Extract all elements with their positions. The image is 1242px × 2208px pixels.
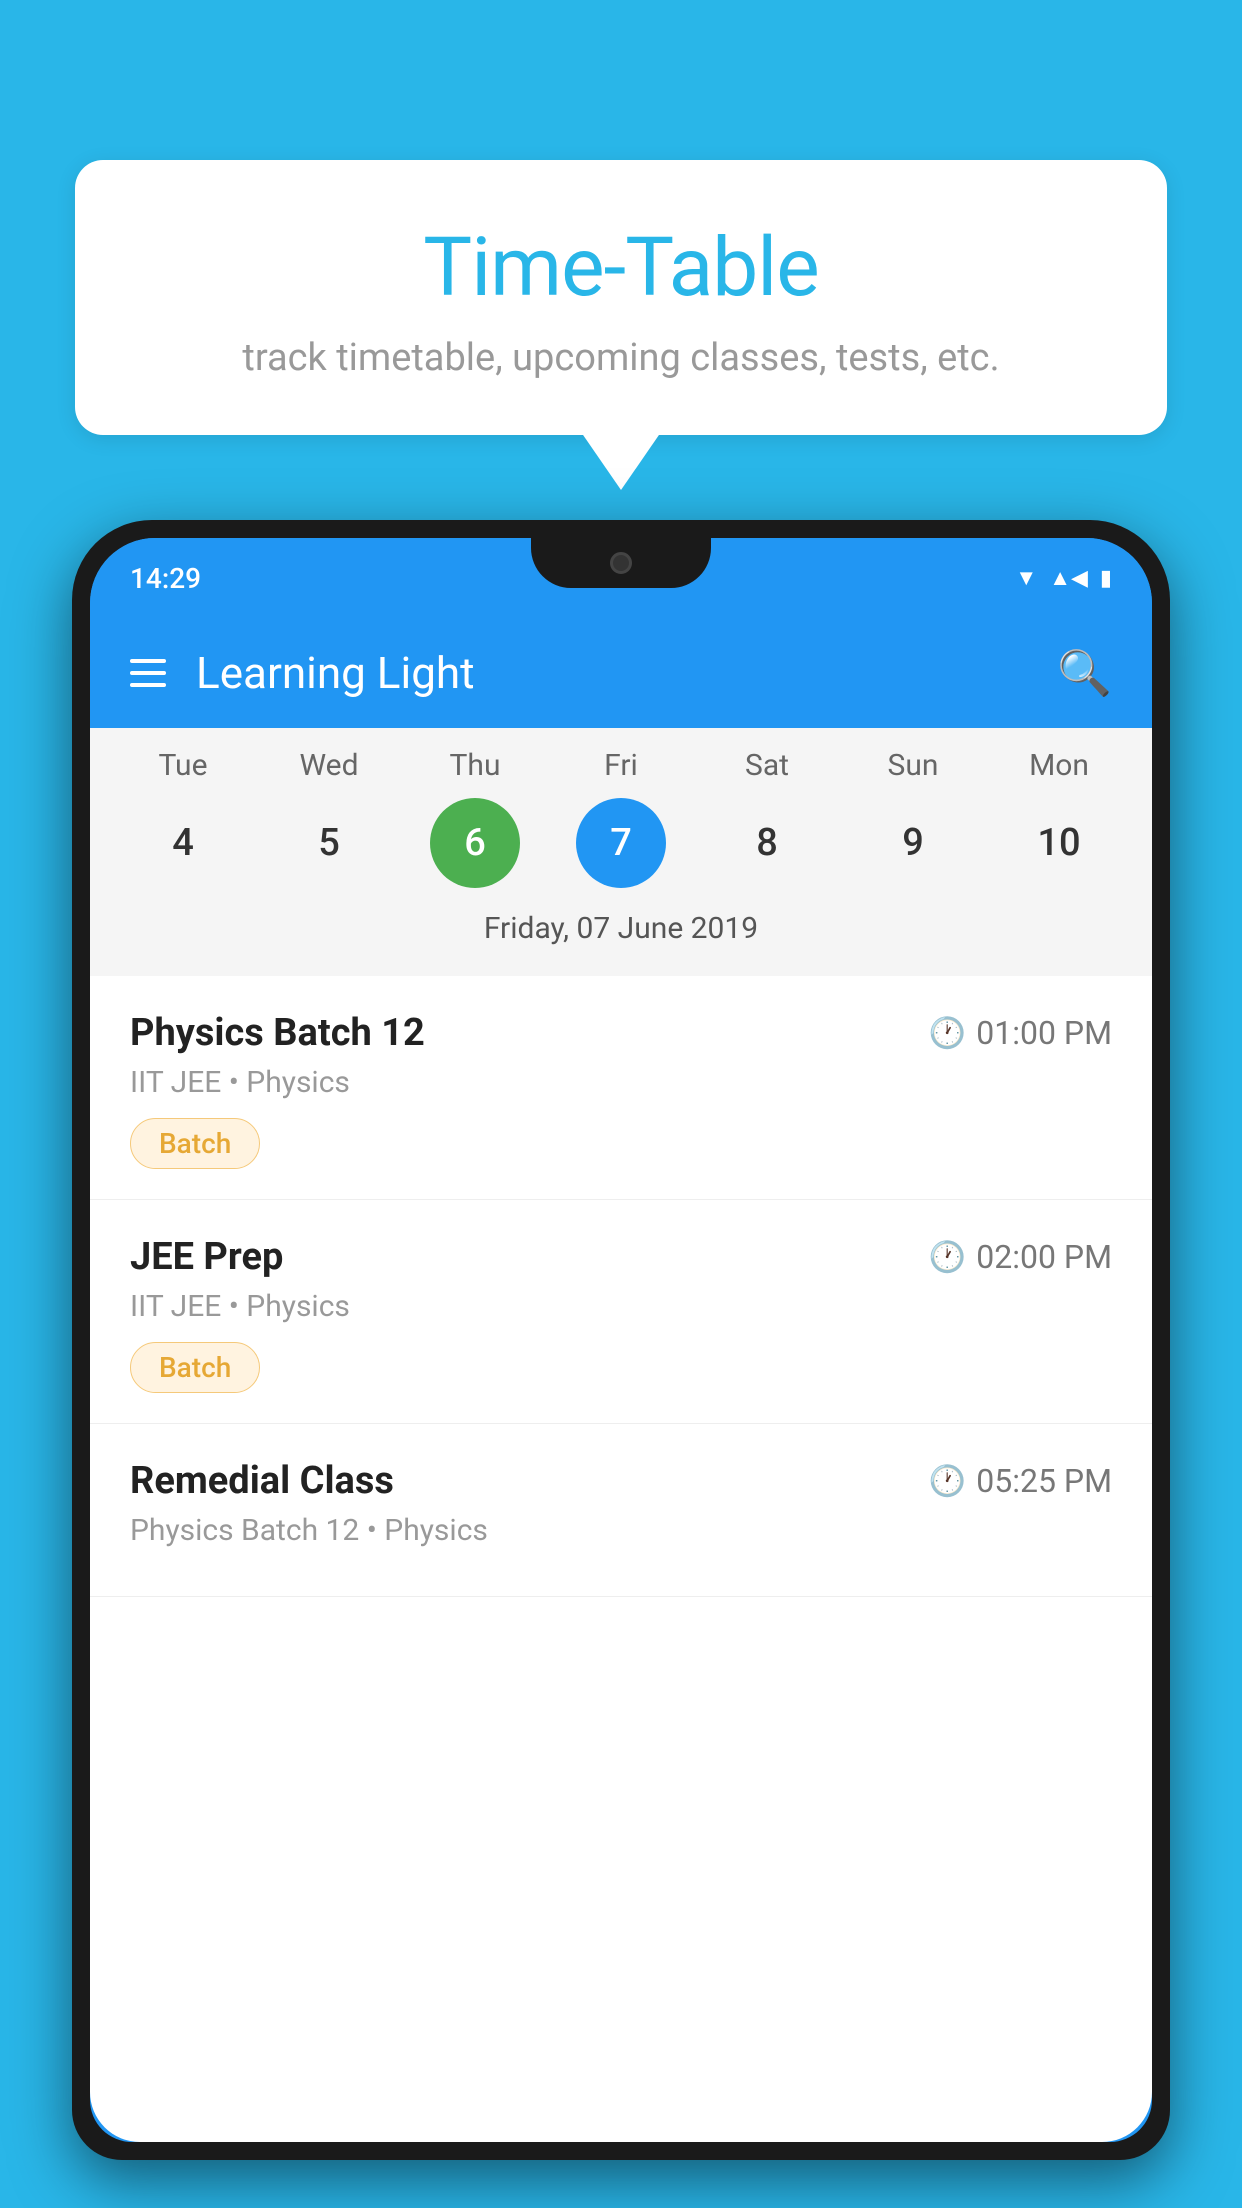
wifi-icon: ▼ [1015,565,1037,591]
class-time-2: 🕐 02:00 PM [929,1238,1112,1276]
bubble-subtitle: track timetable, upcoming classes, tests… [125,336,1117,380]
class-item-2[interactable]: JEE Prep 🕐 02:00 PM IIT JEE • Physics Ba… [90,1200,1152,1424]
day-headers: Tue Wed Thu Fri Sat Sun Mon [90,748,1152,798]
class-time-text-2: 02:00 PM [976,1238,1112,1276]
batch-tag-2: Batch [130,1342,260,1393]
speech-bubble-container: Time-Table track timetable, upcoming cla… [75,160,1167,435]
day-label-mon: Mon [994,748,1124,783]
day-7-selected[interactable]: 7 [576,798,666,888]
clock-icon-2: 🕐 [929,1240,966,1275]
day-label-sun: Sun [848,748,978,783]
menu-icon[interactable] [130,659,166,687]
day-label-fri: Fri [556,748,686,783]
phone-screen: Learning Light 🔍 Tue Wed Thu Fri Sat Sun… [90,618,1152,2142]
class-name-1: Physics Batch 12 [130,1011,425,1055]
status-icons: ▼ ▲◀ ▮ [1015,565,1112,591]
day-9[interactable]: 9 [868,798,958,888]
selected-date-label: Friday, 07 June 2019 [90,903,1152,966]
class-item-1-top: Physics Batch 12 🕐 01:00 PM [130,1011,1112,1055]
day-10[interactable]: 10 [1014,798,1104,888]
class-meta-3: Physics Batch 12 • Physics [130,1513,1112,1548]
day-label-sat: Sat [702,748,832,783]
speech-bubble: Time-Table track timetable, upcoming cla… [75,160,1167,435]
class-item-2-top: JEE Prep 🕐 02:00 PM [130,1235,1112,1279]
day-numbers: 4 5 6 7 8 9 10 [90,798,1152,903]
bubble-title: Time-Table [125,220,1117,316]
day-label-wed: Wed [264,748,394,783]
app-header: Learning Light 🔍 [90,618,1152,728]
notch [531,538,711,588]
class-time-text-1: 01:00 PM [976,1014,1112,1052]
class-name-3: Remedial Class [130,1459,394,1503]
day-4[interactable]: 4 [138,798,228,888]
phone-frame: 14:29 ▼ ▲◀ ▮ [72,520,1170,2160]
calendar-strip: Tue Wed Thu Fri Sat Sun Mon 4 5 6 7 8 [90,728,1152,976]
clock-icon-3: 🕐 [929,1464,966,1499]
status-time: 14:29 [130,562,201,595]
battery-icon: ▮ [1100,566,1112,591]
status-bar: 14:29 ▼ ▲◀ ▮ [90,538,1152,618]
day-6-today[interactable]: 6 [430,798,520,888]
batch-tag-1: Batch [130,1118,260,1169]
class-name-2: JEE Prep [130,1235,283,1279]
class-time-3: 🕐 05:25 PM [929,1462,1112,1500]
class-meta-2: IIT JEE • Physics [130,1289,1112,1324]
class-item-1[interactable]: Physics Batch 12 🕐 01:00 PM IIT JEE • Ph… [90,976,1152,1200]
app-title: Learning Light [196,647,475,699]
camera [610,552,632,574]
header-left: Learning Light [130,647,475,699]
clock-icon-1: 🕐 [929,1016,966,1051]
class-item-3-top: Remedial Class 🕐 05:25 PM [130,1459,1112,1503]
phone-screen-area: 14:29 ▼ ▲◀ ▮ [90,538,1152,2142]
search-icon[interactable]: 🔍 [1057,647,1112,699]
class-time-1: 🕐 01:00 PM [929,1014,1112,1052]
day-label-thu: Thu [410,748,540,783]
class-item-3[interactable]: Remedial Class 🕐 05:25 PM Physics Batch … [90,1424,1152,1597]
day-8[interactable]: 8 [722,798,812,888]
day-label-tue: Tue [118,748,248,783]
phone-wrapper: 14:29 ▼ ▲◀ ▮ [72,520,1170,2208]
class-time-text-3: 05:25 PM [976,1462,1112,1500]
signal-icon: ▲◀ [1049,565,1088,591]
class-list: Physics Batch 12 🕐 01:00 PM IIT JEE • Ph… [90,976,1152,1597]
class-meta-1: IIT JEE • Physics [130,1065,1112,1100]
day-5[interactable]: 5 [284,798,374,888]
